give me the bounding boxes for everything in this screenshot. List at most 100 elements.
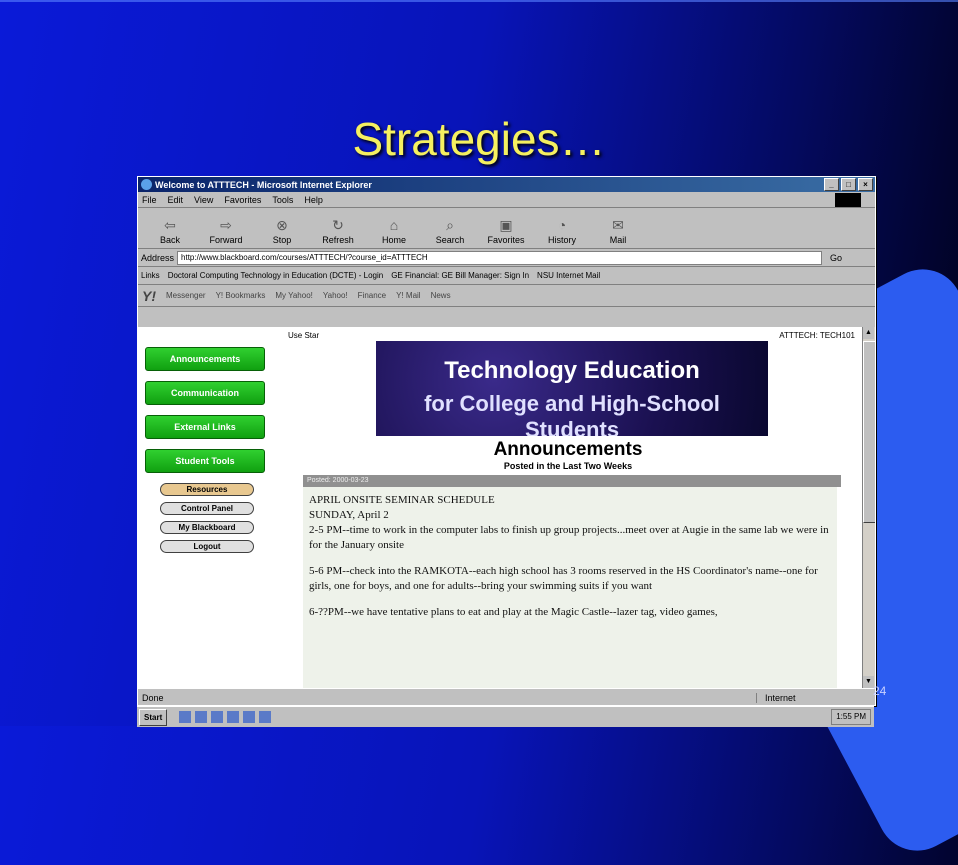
quick-launch-icon[interactable]: [259, 711, 272, 723]
browser-titlebar: Welcome to ATTTECH - Microsoft Internet …: [138, 177, 875, 192]
menu-view[interactable]: View: [194, 195, 213, 205]
nav-external-links[interactable]: External Links: [145, 415, 265, 439]
browser-title: Welcome to ATTTECH - Microsoft Internet …: [155, 179, 372, 190]
search-label: Search: [435, 235, 465, 245]
yahoo-home[interactable]: Yahoo!: [323, 291, 348, 300]
status-text: Done: [142, 692, 164, 703]
stop-label: Stop: [272, 235, 292, 245]
search-icon: ⌕: [446, 217, 454, 233]
nav-student-tools[interactable]: Student Tools: [145, 449, 265, 473]
favorites-button[interactable]: ▣ Favorites: [478, 217, 534, 248]
announcement-title: APRIL ONSITE SEMINAR SCHEDULE: [309, 494, 495, 506]
mail-label: Mail: [609, 235, 627, 245]
home-button[interactable]: ⌂ Home: [366, 217, 422, 248]
page-content: Use Star ATTTECH: TECH101 Announcements …: [138, 327, 863, 688]
yahoo-messenger[interactable]: Messenger: [166, 291, 206, 300]
link-ge-financial[interactable]: GE Financial: GE Bill Manager: Sign In: [391, 271, 529, 280]
back-button[interactable]: ⇦ Back: [142, 217, 198, 248]
menu-help[interactable]: Help: [304, 195, 323, 205]
refresh-icon: ↻: [332, 217, 344, 233]
menu-bar: File Edit View Favorites Tools Help: [138, 192, 875, 208]
forward-label: Forward: [209, 235, 243, 245]
favorites-label: Favorites: [487, 235, 525, 245]
back-arrow-icon: ⇦: [164, 217, 176, 233]
my-blackboard-button[interactable]: My Blackboard: [160, 521, 254, 534]
announcement-item: 5-6 PM--check into the RAMKOTA--each hig…: [309, 565, 818, 592]
forward-arrow-icon: ⇨: [220, 217, 232, 233]
course-sidebar: Announcements Communication External Lin…: [145, 347, 275, 559]
control-panel-button[interactable]: Control Panel: [160, 502, 254, 515]
address-input[interactable]: http://www.blackboard.com/courses/ATTTEC…: [177, 250, 823, 265]
windows-taskbar: Start 1:55 PM: [137, 706, 874, 727]
banner-line-1: Technology Education: [444, 357, 700, 384]
vertical-scrollbar[interactable]: ▲ ▼: [862, 327, 875, 688]
history-icon: ◔: [557, 217, 567, 233]
course-banner: Technology Education for College and Hig…: [376, 341, 768, 436]
search-button[interactable]: ⌕ Search: [422, 217, 478, 248]
address-bar: Address http://www.blackboard.com/course…: [138, 249, 875, 267]
address-label: Address: [141, 252, 175, 263]
logout-button[interactable]: Logout: [160, 540, 254, 553]
nav-communication[interactable]: Communication: [145, 381, 265, 405]
yahoo-companion-bar: Y! Messenger Y! Bookmarks My Yahoo! Yaho…: [138, 285, 875, 307]
minimize-button[interactable]: _: [824, 178, 839, 191]
announcements-heading: Announcements: [493, 439, 643, 460]
home-label: Home: [381, 235, 406, 245]
course-code: ATTTECH: TECH101: [779, 331, 855, 340]
posted-date: Posted: 2000-03-23: [303, 475, 841, 487]
slide-page-number: 24: [873, 684, 887, 698]
yahoo-finance[interactable]: Finance: [358, 291, 386, 300]
announcement-day: SUNDAY, April 2: [309, 509, 389, 521]
refresh-button[interactable]: ↻ Refresh: [310, 217, 366, 248]
yahoo-my-yahoo[interactable]: My Yahoo!: [275, 291, 313, 300]
resources-button[interactable]: Resources: [160, 483, 254, 496]
quick-launch-icon[interactable]: [243, 711, 256, 723]
home-icon: ⌂: [389, 217, 399, 233]
nav-announcements[interactable]: Announcements: [145, 347, 265, 371]
history-label: History: [547, 235, 576, 245]
ie-icon: [141, 179, 152, 190]
mail-icon: ✉: [612, 217, 624, 233]
quick-launch-icon[interactable]: [179, 711, 192, 723]
zone-label: Internet: [756, 692, 875, 703]
scrollbar-thumb[interactable]: [863, 341, 875, 523]
quick-launch-icon[interactable]: [211, 711, 224, 723]
refresh-label: Refresh: [322, 235, 354, 245]
yahoo-mail[interactable]: Y! Mail: [396, 291, 420, 300]
yahoo-news[interactable]: News: [431, 291, 451, 300]
slide-top-line: [0, 0, 958, 2]
stop-button[interactable]: ⊗ Stop: [254, 217, 310, 248]
announcement-item: 2-5 PM--time to work in the computer lab…: [309, 524, 829, 551]
stop-icon: ⊗: [276, 217, 288, 233]
banner-line-2: for College and High-School Students: [424, 391, 720, 436]
mail-button[interactable]: ✉ Mail: [590, 217, 646, 248]
maximize-button[interactable]: □: [841, 178, 856, 191]
browser-window: Welcome to ATTTECH - Microsoft Internet …: [137, 176, 876, 706]
yahoo-logo-icon: Y!: [142, 287, 156, 304]
link-nsu-mail[interactable]: NSU Internet Mail: [537, 271, 600, 280]
announcement-body: APRIL ONSITE SEMINAR SCHEDULE SUNDAY, Ap…: [303, 487, 837, 688]
menu-favorites[interactable]: Favorites: [224, 195, 261, 205]
yahoo-bookmarks[interactable]: Y! Bookmarks: [216, 291, 266, 300]
forward-button[interactable]: ⇨ Forward: [198, 217, 254, 248]
scroll-up-icon[interactable]: ▲: [863, 327, 874, 339]
history-button[interactable]: ◔ History: [534, 217, 590, 248]
menu-tools[interactable]: Tools: [272, 195, 293, 205]
menu-edit[interactable]: Edit: [168, 195, 184, 205]
status-bar: Done Internet: [138, 688, 875, 705]
announcement-item: 6-??PM--we have tentative plans to eat a…: [309, 606, 718, 618]
toolbar: ⇦ Back ⇨ Forward ⊗ Stop ↻ Refresh ⌂ Home ⌕ Sea…: [138, 208, 875, 249]
quick-launch: [179, 711, 275, 723]
menu-file[interactable]: File: [142, 195, 157, 205]
link-dcte-login[interactable]: Doctoral Computing Technology in Educati…: [168, 271, 384, 280]
go-button[interactable]: Go: [830, 253, 842, 263]
use-star-link[interactable]: Use Star: [288, 331, 319, 340]
close-button[interactable]: ×: [858, 178, 873, 191]
quick-launch-icon[interactable]: [227, 711, 240, 723]
favorites-icon: ▣: [499, 217, 513, 233]
slide-title: Strategies…: [352, 113, 606, 165]
start-button[interactable]: Start: [139, 708, 168, 726]
taskbar-clock: 1:55 PM: [831, 709, 871, 725]
quick-launch-icon[interactable]: [195, 711, 208, 723]
links-bar: Links Doctoral Computing Technology in E…: [138, 267, 875, 285]
